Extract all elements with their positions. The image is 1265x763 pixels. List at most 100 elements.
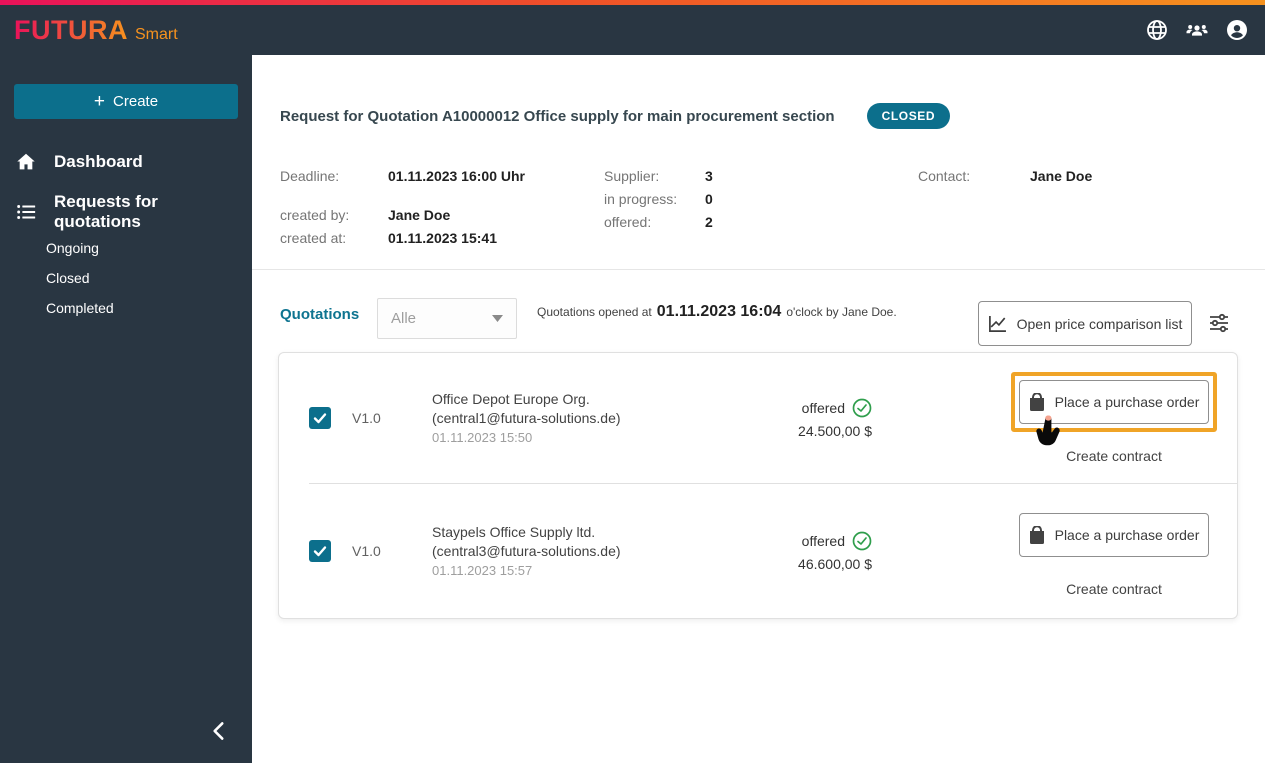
sidebar-item-requests[interactable]: Requests for quotations: [0, 191, 252, 233]
sidebar-item-ongoing[interactable]: Ongoing: [0, 233, 252, 263]
offer-status-text: offered: [801, 532, 845, 549]
tune-icon: [1210, 313, 1228, 332]
check-circle-icon: [852, 531, 872, 550]
quotation-date: 01.11.2023 15:57: [432, 562, 533, 578]
contact-row: Contact: Jane Doe: [918, 168, 1092, 184]
offered-count-row: offered: 2: [604, 214, 713, 230]
create-button-label: Create: [113, 93, 159, 110]
created-by-row: created by: Jane Doe: [280, 207, 450, 223]
create-contract-link[interactable]: Create contract: [1066, 448, 1162, 464]
create-contract-link[interactable]: Create contract: [1066, 581, 1162, 597]
account-circle-icon[interactable]: [1225, 18, 1249, 42]
plus-icon: +: [93, 91, 106, 112]
opened-time: 01.11.2023 16:04: [656, 303, 782, 320]
quotations-section-label: Quotations: [280, 306, 360, 323]
shopping-bag-icon: [1029, 526, 1044, 544]
purchase-order-label: Place a purchase order: [1054, 527, 1200, 543]
created-by-value: Jane Doe: [388, 207, 451, 223]
offer-status-text: offered: [801, 399, 845, 416]
contact-value: Jane Doe: [1030, 168, 1093, 184]
row-actions: Place a purchase order Create contract: [1011, 372, 1217, 464]
chart-line-icon: [988, 315, 1006, 332]
button-ring-placeholder: Place a purchase order: [1011, 505, 1217, 565]
offer-status-cell: offered 24.500,00 $: [762, 398, 872, 439]
groups-icon[interactable]: [1185, 18, 1209, 42]
opened-suffix: o'clock by Jane Doe.: [786, 305, 897, 319]
sidebar-item-closed[interactable]: Closed: [0, 263, 252, 293]
created-by-label: created by:: [280, 207, 350, 223]
sidebar-item-label: Dashboard: [54, 152, 143, 171]
supplier-label: Supplier:: [604, 168, 660, 184]
caret-down-icon: [492, 315, 503, 322]
brand-gradient-bar: [0, 0, 1265, 5]
chevron-left-icon: [213, 721, 224, 740]
supplier-info: Staypels Office Supply ltd. (central3@fu…: [432, 523, 762, 580]
place-purchase-order-button[interactable]: Place a purchase order: [1019, 380, 1209, 424]
deadline-label: Deadline:: [280, 168, 340, 184]
offered-label: offered:: [604, 214, 652, 230]
in-progress-row: in progress: 0: [604, 191, 713, 207]
deadline-value: 01.11.2023 16:00 Uhr: [388, 168, 525, 184]
main-content: Request for Quotation A10000012 Office s…: [252, 55, 1265, 763]
open-price-comparison-button[interactable]: Open price comparison list: [978, 301, 1192, 346]
supplier-value: 3: [705, 168, 713, 184]
check-icon: [313, 413, 327, 424]
purchase-order-label: Place a purchase order: [1054, 394, 1200, 410]
status-badge: CLOSED: [866, 103, 951, 129]
section-divider: [252, 269, 1265, 270]
created-at-row: created at: 01.11.2023 15:41: [280, 230, 497, 246]
page-title: Request for Quotation A10000012 Office s…: [280, 107, 835, 125]
sidebar-item-label: Requests for quotations: [54, 192, 158, 231]
in-progress-value: 0: [705, 191, 713, 207]
created-at-value: 01.11.2023 15:41: [388, 230, 497, 246]
contact-label: Contact:: [918, 168, 971, 184]
sidebar-subitem-label: Completed: [46, 300, 114, 316]
title-row: Request for Quotation A10000012 Office s…: [280, 103, 951, 129]
home-icon: [17, 153, 35, 170]
row-actions: Place a purchase order Create contract: [1011, 505, 1217, 597]
globe-icon[interactable]: [1145, 18, 1169, 42]
logo-suffix: Smart: [134, 25, 178, 43]
app-header: FUTURA Smart: [0, 5, 1265, 55]
sidebar-item-completed[interactable]: Completed: [0, 293, 252, 323]
quotation-filter-dropdown[interactable]: Alle: [377, 298, 517, 339]
quotation-version: V1.0: [352, 543, 381, 559]
place-purchase-order-button[interactable]: Place a purchase order: [1019, 513, 1209, 557]
app-logo: FUTURA Smart: [14, 15, 178, 46]
supplier-email: (central1@futura-solutions.de): [432, 409, 621, 426]
filter-selected-value: Alle: [391, 310, 417, 327]
filter-settings-button[interactable]: [1206, 311, 1232, 337]
quotation-row: V1.0 Office Depot Europe Org. (central1@…: [279, 353, 1237, 483]
sidebar-collapse-button[interactable]: [202, 715, 236, 749]
sidebar: + Create Dashboard Requests for quotatio…: [0, 55, 252, 763]
offer-status-line: offered: [762, 398, 872, 418]
opened-prefix: Quotations opened at: [537, 305, 652, 319]
checkbox-cell: [309, 407, 352, 429]
quotations-opened-text: Quotations opened at 01.11.2023 16:04 o'…: [537, 303, 897, 321]
quotation-checkbox[interactable]: [309, 540, 331, 562]
sidebar-nav: Dashboard Requests for quotations Ongoin…: [0, 141, 252, 323]
supplier-email: (central3@futura-solutions.de): [432, 542, 621, 559]
quotations-card: V1.0 Office Depot Europe Org. (central1@…: [278, 352, 1238, 619]
list-icon: [17, 205, 36, 219]
supplier-name: Staypels Office Supply ltd.: [432, 523, 596, 540]
header-icons: [1145, 18, 1249, 42]
checkbox-cell: [309, 540, 352, 562]
check-circle-icon: [852, 398, 872, 417]
quotation-version: V1.0: [352, 410, 381, 426]
sidebar-item-dashboard[interactable]: Dashboard: [0, 141, 252, 183]
logo-text: FUTURA: [14, 14, 128, 45]
offer-price: 24.500,00 $: [798, 422, 872, 439]
deadline-row: Deadline: 01.11.2023 16:00 Uhr: [280, 168, 525, 184]
check-icon: [313, 546, 327, 557]
highlight-annotation-box: Place a purchase order: [1011, 372, 1217, 432]
offer-status-cell: offered 46.600,00 $: [762, 531, 872, 572]
offer-status-line: offered: [762, 531, 872, 551]
supplier-info: Office Depot Europe Org. (central1@futur…: [432, 390, 762, 447]
create-button[interactable]: + Create: [14, 84, 238, 119]
sidebar-subitem-label: Closed: [46, 270, 90, 286]
quotation-row: V1.0 Staypels Office Supply ltd. (centra…: [279, 484, 1237, 618]
offer-price: 46.600,00 $: [798, 555, 872, 572]
quotation-checkbox[interactable]: [309, 407, 331, 429]
shopping-bag-icon: [1029, 393, 1044, 411]
